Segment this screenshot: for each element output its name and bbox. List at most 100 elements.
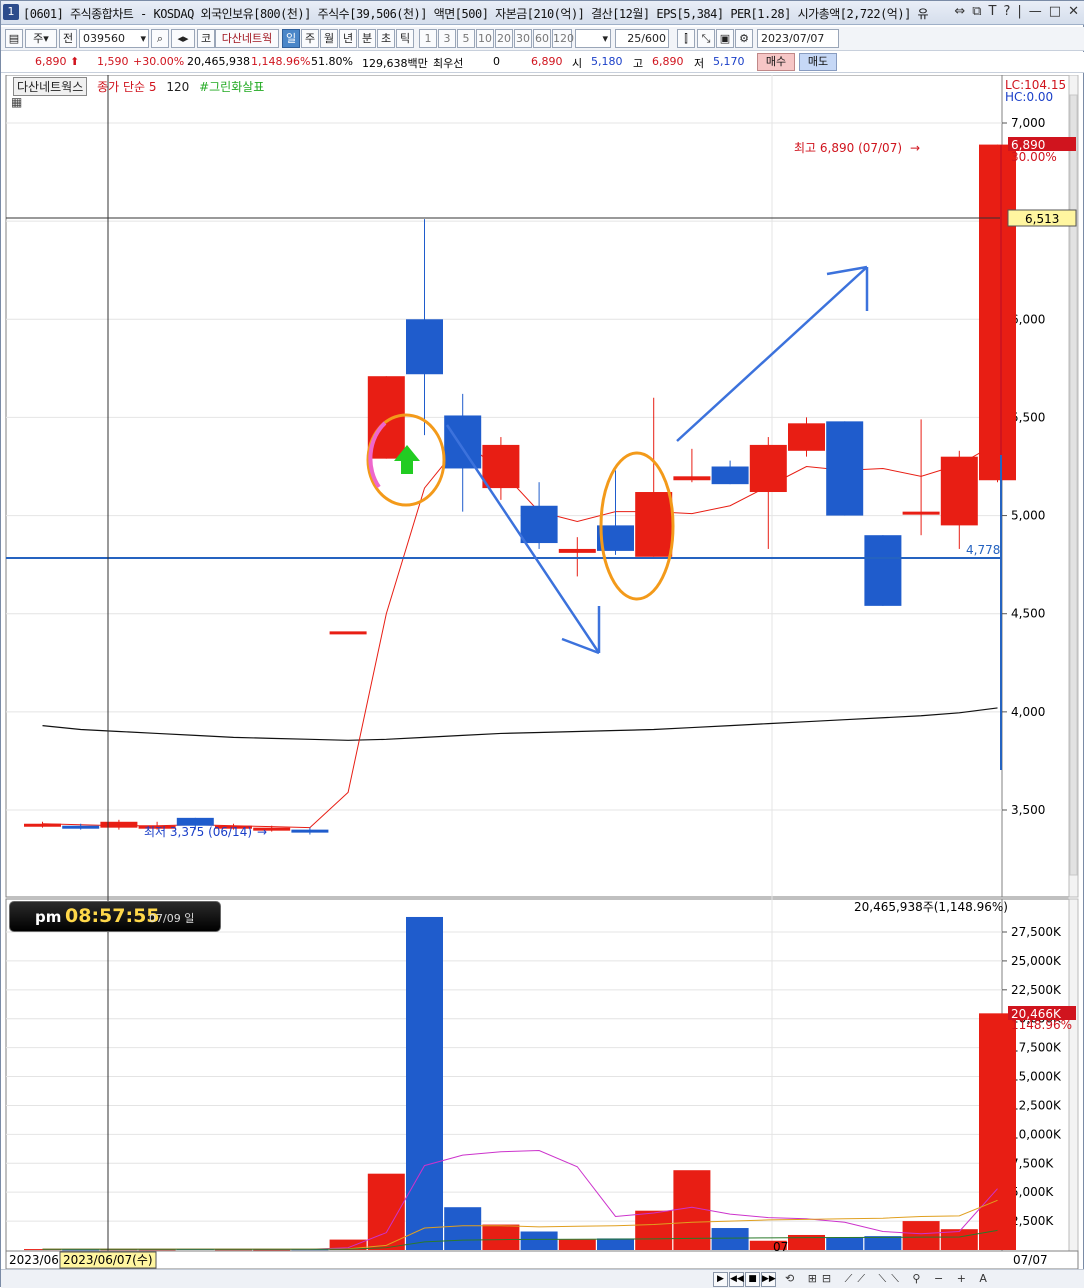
period-day[interactable]: 일 [282,29,300,48]
play-icon[interactable]: ▶ [713,1272,728,1287]
volume-header: 20,465,938주(1,148.96%) [854,900,1008,914]
interval-30[interactable]: 30 [514,29,532,48]
volume-tick-label: 5,000K [1011,1185,1054,1199]
drawing-tools-icons[interactable]: ⟲ ⊞⊟ ⟋⟋ ⟍⟍ ⚲ − + A [785,1272,992,1286]
volume-panel[interactable] [5,898,1003,1252]
candle-body [749,444,787,493]
price-tick-label: 4,500 [1011,607,1045,621]
link-icon[interactable]: ⇔ [954,4,965,19]
buy-button[interactable]: 매수 [757,53,795,71]
price-tick-label: 5,500 [1011,410,1045,424]
price-tick-label: 3,500 [1011,803,1045,817]
period-tick[interactable]: 틱 [396,29,414,48]
font-icon[interactable]: T [989,4,997,19]
high-price: 6,890 [652,55,684,68]
layout-icon[interactable]: ▤ [5,29,23,48]
period-year[interactable]: 년 [339,29,357,48]
window-title: [0601] 주식종합차트 - KOSDAQ 외국인보유[800(천)] 주식수… [23,7,929,21]
candle-body [406,319,443,375]
count-input[interactable]: 25/600 [615,29,669,48]
price-tick-label: 7,000 [1011,116,1045,130]
stock-chart[interactable]: 7,0006,5006,0005,5005,0004,5004,0003,500… [1,75,1084,1269]
stop-icon[interactable]: ■ [745,1272,760,1287]
candle-body [864,535,902,606]
sell-button[interactable]: 매도 [799,53,837,71]
all-button[interactable]: 전 [59,29,77,48]
candle-body [940,456,978,526]
high-label: 고 [633,57,644,70]
trading-amount: 129,638백만 [362,57,428,70]
legend-ma5[interactable]: 종가 단순 5 [97,80,156,94]
candle-icon[interactable]: ⫿ [677,29,695,48]
candle-body [520,505,558,544]
candle-body [673,476,711,481]
low-arrow-icon: → [257,825,267,839]
candle [329,631,367,635]
toolbar: ▤ 주▾ 전 039560 ▾ ⌕ ◂▸ 코 다산네트웍 일 주 월 년 분 초 … [1,27,1084,51]
table-icon[interactable]: ▦ [11,95,22,109]
help-icon[interactable]: ? [1004,4,1011,19]
interval-20[interactable]: 20 [495,29,513,48]
last-pct-label: 30.00% [1011,150,1057,164]
save-icon[interactable]: ▣ [716,29,734,48]
interval-3[interactable]: 3 [438,29,456,48]
candle [826,421,864,516]
rewind-icon[interactable]: ◀◀ [729,1272,744,1287]
volume-tick-label: 15,000K [1011,1070,1062,1084]
low-annotation: 최저 3,375 (06/14) [144,825,252,839]
price-change: 1,590 [97,55,129,68]
maximize-icon[interactable]: □ [1049,4,1061,19]
turnover-ratio: 51.80% [311,55,353,68]
code-input[interactable]: 039560 ▾ [79,29,149,48]
period-second[interactable]: 초 [377,29,395,48]
date-input[interactable]: 2023/07/07 [757,29,839,48]
volume-scrollbar-track[interactable] [1068,898,1079,1252]
speaker-icon[interactable]: ◂▸ [171,29,195,48]
volume-bar [444,1207,482,1250]
volume-tick-label: 17,500K [1011,1041,1062,1055]
current-price: 6,890 ⬆ [35,55,80,68]
volume-tick-label: 25,000K [1011,954,1062,968]
candle-body [482,444,520,489]
date-axis [5,1250,1079,1269]
period-week[interactable]: 주 [301,29,319,48]
close-icon[interactable]: ✕ [1068,4,1079,19]
volume-bar [635,1210,673,1250]
gear-icon[interactable]: ⚙ [735,29,753,48]
crosshair-price-label: 6,513 [1025,212,1059,226]
interval-1[interactable]: 1 [419,29,437,48]
best-label: 최우선 [433,57,464,70]
search-icon[interactable]: ⌕ [151,29,169,48]
interval-input[interactable]: ▾ [575,29,611,48]
clock-time: 08:57:55 [65,905,160,927]
kind-select[interactable]: 주▾ [25,29,57,48]
legend-stock-name[interactable]: 다산네트웍스 [13,77,88,96]
volume-tick-label: 2,500K [1011,1214,1054,1228]
window-number[interactable]: 1 [3,4,19,20]
candle-body [444,415,482,469]
forward-icon[interactable]: ▶▶ [761,1272,776,1287]
candle-body [100,821,138,828]
open-label: 시 [572,57,583,70]
volume-last-pct: 1148.96% [1011,1018,1072,1032]
interval-5[interactable]: 5 [457,29,475,48]
candle-body [902,511,940,515]
period-minute[interactable]: 분 [358,29,376,48]
price-tick-label: 4,000 [1011,705,1045,719]
minimize-icon[interactable]: — [1029,4,1042,19]
draw-icon[interactable]: ⤡ [697,29,715,48]
interval-10[interactable]: 10 [476,29,494,48]
price-tick-label: 6,000 [1011,312,1045,326]
date-left: 2023/06 [9,1253,59,1267]
interval-60[interactable]: 60 [533,29,551,48]
volume-tick-label: 12,500K [1011,1098,1062,1112]
up-arrow-icon: ⬆ [70,55,80,68]
legend-signal[interactable]: #그린화살표 [199,80,264,94]
stock-name[interactable]: 다산네트웍 [215,29,279,48]
interval-120[interactable]: 120 [552,29,574,48]
restore-icon[interactable]: ⧉ [972,4,981,19]
low-label: 저 [694,57,705,70]
crosshair-date-label: 2023/06/07(수) [63,1253,153,1267]
period-month[interactable]: 월 [320,29,338,48]
legend-ma120[interactable]: 120 [166,80,189,94]
